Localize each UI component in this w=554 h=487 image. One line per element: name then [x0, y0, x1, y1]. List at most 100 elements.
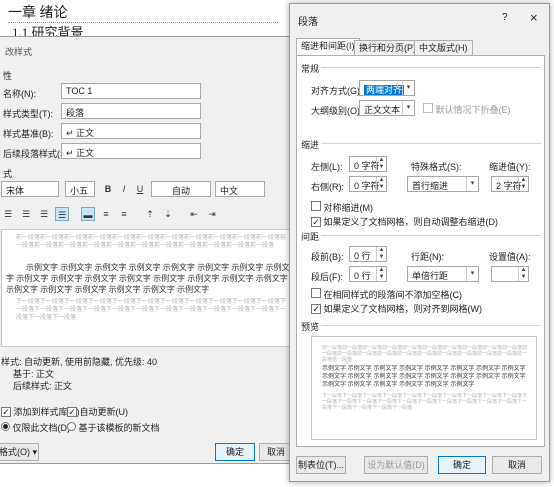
- single-spacing-icon[interactable]: ▬: [81, 207, 95, 221]
- heading-1: 一章 绪论: [8, 2, 278, 23]
- special-value: 首行缩进: [412, 181, 449, 191]
- spinner-icon[interactable]: ▲ ▼: [376, 247, 386, 261]
- justify-icon[interactable]: ☰: [55, 207, 69, 221]
- double-spacing-icon[interactable]: ≡: [117, 207, 131, 221]
- ok-button[interactable]: 确定: [215, 443, 255, 461]
- tab-indents-spacing[interactable]: 缩进和间距(I): [296, 38, 360, 56]
- font-size-select[interactable]: 小五: [65, 181, 95, 197]
- mirror-indents-option[interactable]: 对称缩进(M): [311, 201, 373, 214]
- align-center-icon[interactable]: ☰: [19, 207, 33, 221]
- special-select[interactable]: 首行缩进 ▾: [407, 176, 479, 192]
- tab-asian-typography[interactable]: 中文版式(H): [414, 40, 473, 56]
- chevron-down-icon: ▾: [466, 177, 478, 191]
- mirror-indents-checkbox[interactable]: [311, 201, 321, 211]
- outline-level-value: 正文文本: [364, 105, 401, 115]
- no-space-checkbox[interactable]: [311, 288, 321, 298]
- language-select[interactable]: 中文: [215, 181, 265, 197]
- no-space-option[interactable]: 在相同样式的段落间不添加空格(C): [311, 288, 462, 301]
- mirror-indents-label: 对称缩进(M): [323, 203, 374, 213]
- space-before-icon[interactable]: ⇡: [143, 207, 157, 221]
- space-after-icon[interactable]: ⇣: [161, 207, 175, 221]
- format-menu-button[interactable]: 格式(O) ▾: [0, 443, 39, 461]
- after-input[interactable]: 0 行 ▲ ▼: [349, 266, 387, 282]
- section-properties: 性: [3, 71, 13, 81]
- divider: [321, 67, 541, 68]
- auto-adjust-checkbox[interactable]: [311, 217, 321, 227]
- divider: [321, 325, 541, 326]
- alignment-select[interactable]: 两端对齐 ▾: [359, 80, 415, 96]
- auto-update-label: 自动更新(U): [79, 407, 129, 417]
- align-right-icon[interactable]: ☰: [37, 207, 51, 221]
- after-value: 0 行: [354, 271, 371, 281]
- new-docs-radio[interactable]: [67, 422, 76, 431]
- one-half-spacing-icon[interactable]: ≡: [99, 207, 113, 221]
- cancel-button[interactable]: 取消: [259, 443, 293, 461]
- ok-button[interactable]: 确定: [438, 456, 486, 474]
- add-to-gallery-checkbox[interactable]: [1, 407, 11, 417]
- font-select[interactable]: 宋体: [1, 181, 59, 197]
- before-label: 段前(B):: [311, 252, 344, 262]
- increase-indent-icon[interactable]: ⇥: [205, 207, 219, 221]
- auto-adjust-option[interactable]: 如果定义了文档网格，则自动调整右缩进(D): [311, 215, 498, 228]
- auto-adjust-label: 如果定义了文档网格，则自动调整右缩进(D): [323, 217, 499, 227]
- preview-heading: 预览: [301, 322, 320, 332]
- auto-update-checkbox[interactable]: [67, 407, 77, 417]
- style-description-line3: 后续样式: 正文: [13, 381, 73, 391]
- after-label: 段后(F):: [311, 272, 343, 282]
- snap-grid-option[interactable]: 如果定义了文档网格，则对齐到网格(W): [311, 302, 482, 315]
- spinner-icon[interactable]: ▲ ▼: [518, 177, 528, 191]
- preview-sample-text: 示例文字 示例文字 示例文字 示例文字 示例文字 示例文字 示例文字 示例文字 …: [322, 366, 526, 388]
- set-default-button[interactable]: 设为默认值(D): [364, 456, 428, 474]
- outline-level-label: 大纲级别(O):: [311, 106, 363, 116]
- only-this-doc-radio[interactable]: [1, 422, 10, 431]
- special-label: 特殊格式(S):: [411, 162, 462, 172]
- spinner-icon[interactable]: ▲ ▼: [376, 267, 386, 281]
- at-input[interactable]: ▲ ▼: [491, 266, 529, 282]
- snap-grid-checkbox[interactable]: [311, 304, 321, 314]
- left-indent-input[interactable]: 0 字符 ▲ ▼: [349, 156, 387, 172]
- tab-line-page-breaks[interactable]: 换行和分页(P): [354, 40, 421, 56]
- left-indent-label: 左侧(L):: [311, 162, 343, 172]
- help-icon[interactable]: ?: [502, 12, 508, 23]
- only-this-doc-label: 仅限此文档(D): [12, 423, 71, 433]
- indent-by-input[interactable]: 2 字符 ▲ ▼: [491, 176, 529, 192]
- collapse-option[interactable]: 默认情况下折叠(E): [423, 103, 511, 116]
- next-style-select[interactable]: ↵ 正文: [61, 143, 201, 159]
- new-docs-label: 基于该模板的新文档: [78, 423, 160, 433]
- alignment-label: 对齐方式(G):: [311, 86, 363, 96]
- bold-button[interactable]: B: [101, 182, 115, 196]
- divider: [321, 235, 541, 236]
- italic-button[interactable]: I: [117, 182, 131, 196]
- collapse-label: 默认情况下折叠(E): [435, 105, 511, 115]
- based-on-select[interactable]: ↵ 正文: [61, 123, 201, 139]
- spinner-icon[interactable]: ▲ ▼: [518, 267, 528, 281]
- decrease-indent-icon[interactable]: ⇤: [187, 207, 201, 221]
- right-indent-label: 右侧(R):: [311, 182, 344, 192]
- cancel-button[interactable]: 取消: [492, 456, 542, 474]
- general-heading: 常规: [301, 64, 320, 74]
- spinner-icon[interactable]: ▲ ▼: [376, 177, 386, 191]
- line-spacing-select[interactable]: 单倍行距 ▾: [407, 266, 479, 282]
- paragraph-dialog: 段落 ? × 缩进和间距(I) 换行和分页(P) 中文版式(H) 常规 对齐方式…: [289, 3, 550, 482]
- align-left-icon[interactable]: ☰: [1, 207, 15, 221]
- dialog-title: 段落: [298, 17, 318, 28]
- outline-level-select[interactable]: 正文文本 ▾: [359, 100, 415, 116]
- new-docs-option[interactable]: 基于该模板的新文档: [67, 421, 160, 434]
- close-icon[interactable]: ×: [530, 10, 538, 25]
- name-input[interactable]: TOC 1: [61, 83, 201, 99]
- tabs-button[interactable]: 制表位(T)...: [296, 456, 346, 474]
- tab-panel: 常规 对齐方式(G): 两端对齐 ▾ 大纲级别(O): 正文文本 ▾ 默认情况下…: [296, 55, 545, 447]
- auto-update-option[interactable]: 自动更新(U): [67, 405, 128, 418]
- only-this-doc-option[interactable]: 仅限此文档(D): [1, 421, 70, 434]
- before-input[interactable]: 0 行 ▲ ▼: [349, 246, 387, 262]
- paragraph-preview: 前一段落前一段落前一段落前一段落前一段落前一段落前一段落前一段落前一段落前一段落…: [311, 336, 537, 440]
- collapse-checkbox[interactable]: [423, 103, 433, 113]
- font-color-select[interactable]: 自动: [151, 181, 211, 197]
- preview-previous-paragraph: 前一段落前一段落前一段落前一段落前一段落前一段落前一段落前一段落前一段落前一段落…: [322, 345, 528, 363]
- based-on-label: 样式基准(B):: [3, 129, 54, 139]
- style-type-select[interactable]: 段落: [61, 103, 201, 119]
- paragraph-toolbar: ☰ ☰ ☰ ☰ ▬ ≡ ≡ ⇡ ⇣ ⇤ ⇥: [1, 207, 291, 223]
- right-indent-input[interactable]: 0 字符 ▲ ▼: [349, 176, 387, 192]
- underline-button[interactable]: U: [133, 182, 147, 196]
- spinner-icon[interactable]: ▲ ▼: [376, 157, 386, 171]
